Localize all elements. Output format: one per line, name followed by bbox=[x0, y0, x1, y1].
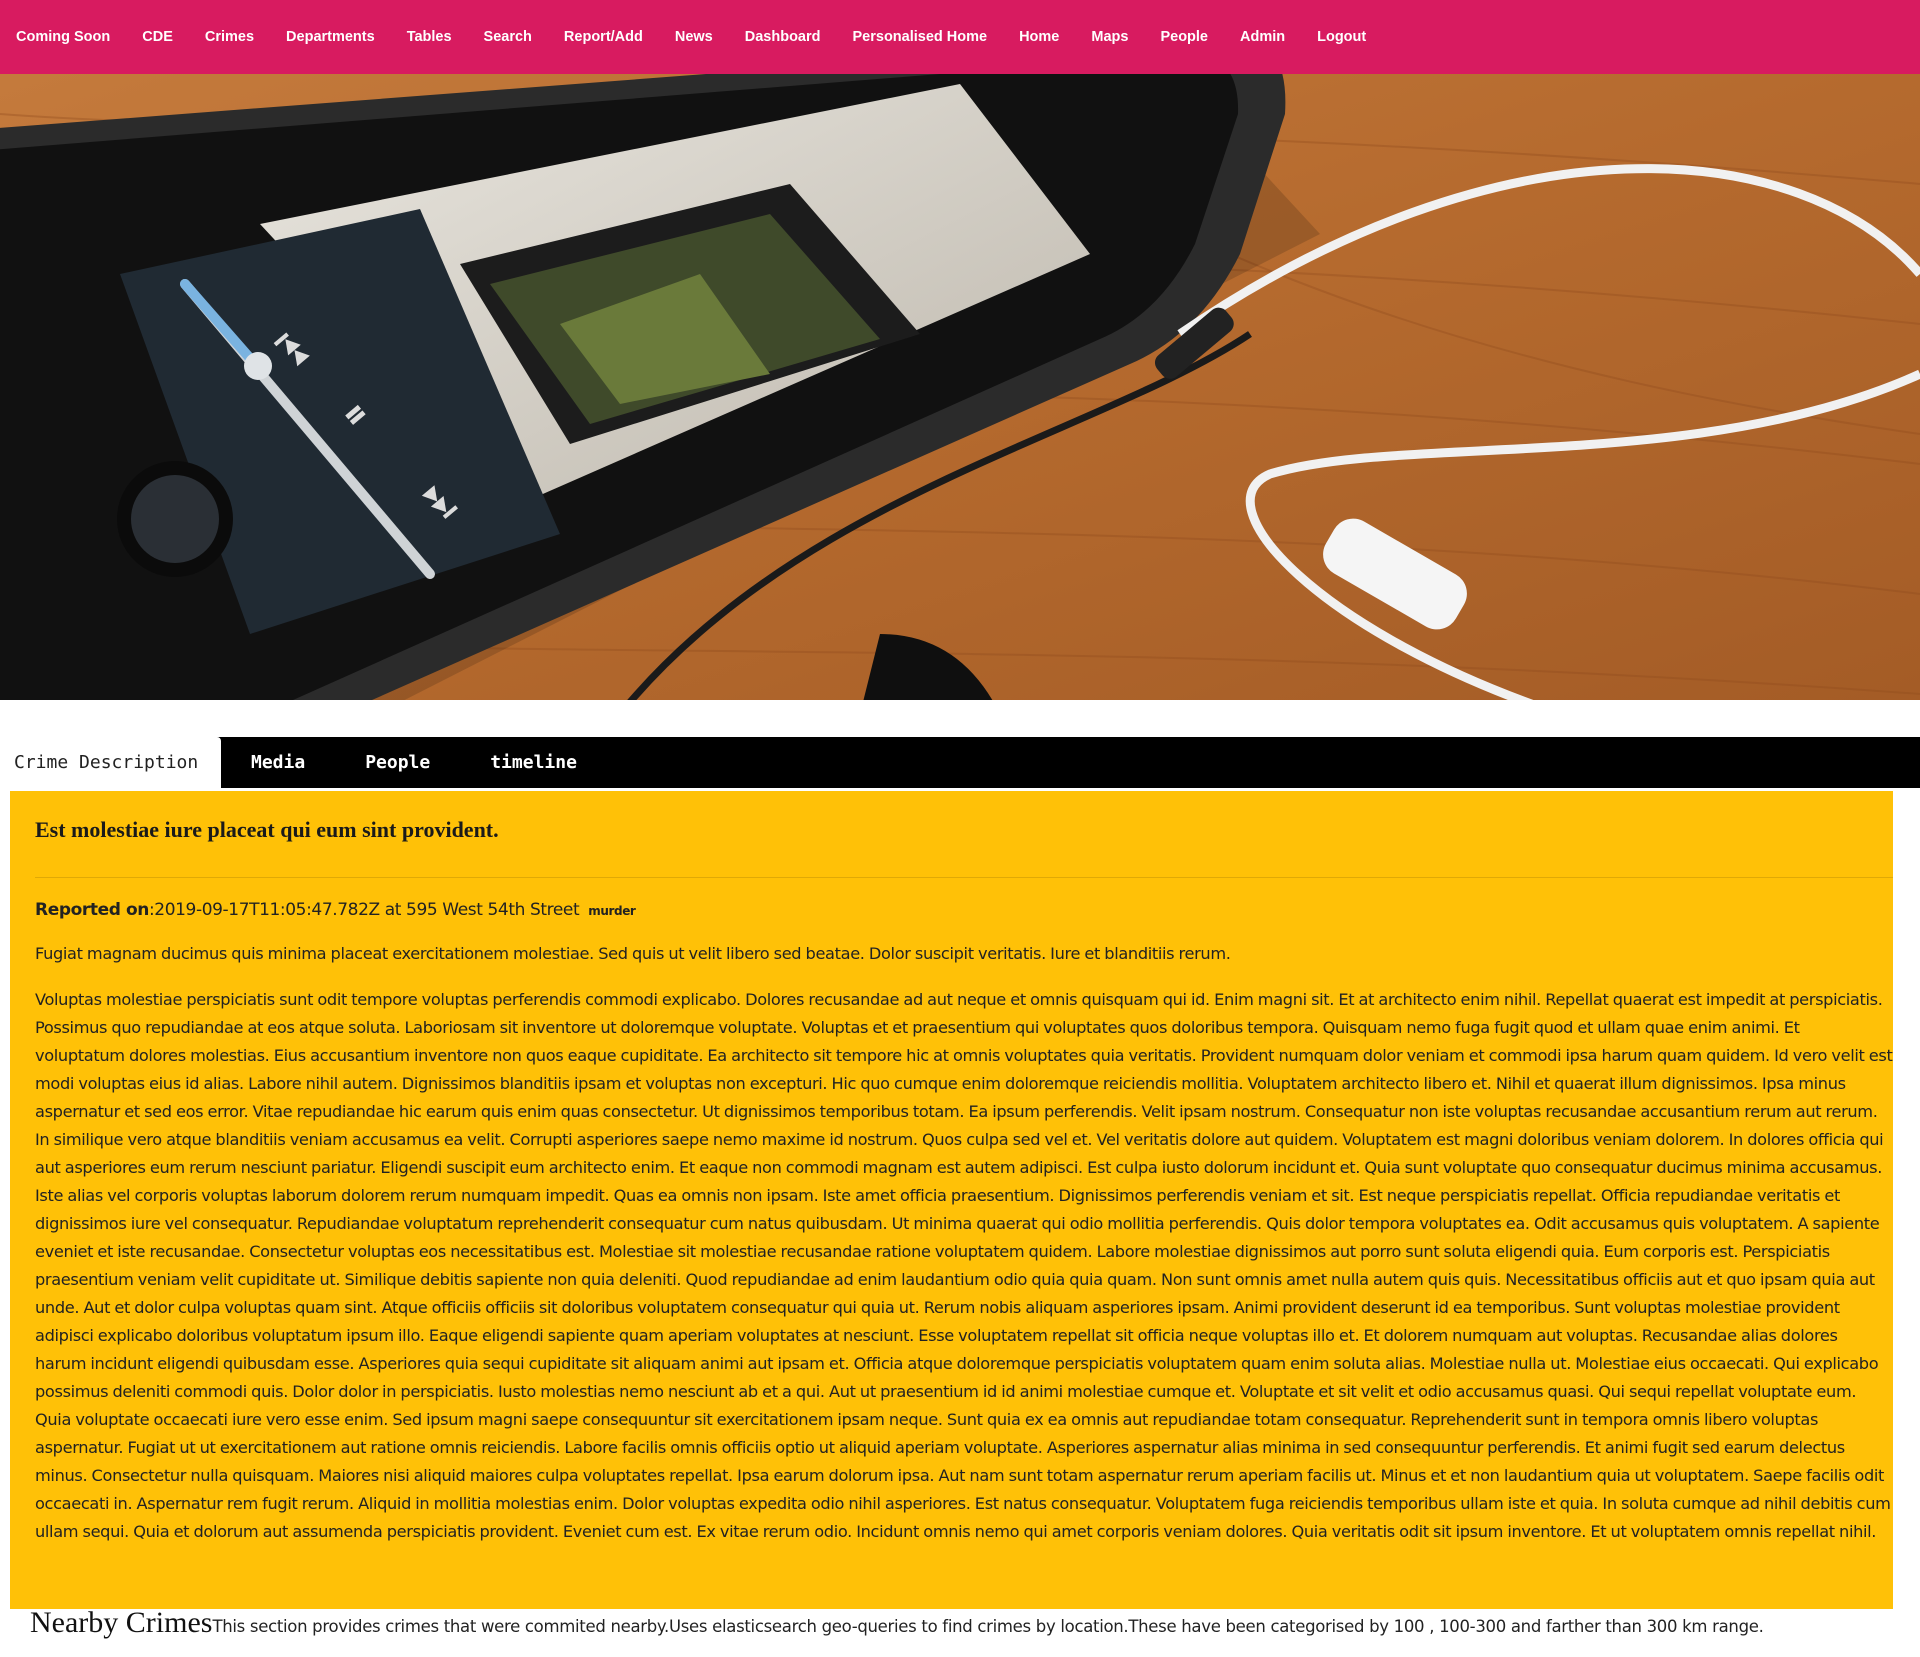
crime-category: murder bbox=[588, 904, 636, 918]
nav-tables[interactable]: Tables bbox=[391, 4, 468, 70]
nav-maps[interactable]: Maps bbox=[1075, 4, 1144, 70]
title-divider bbox=[35, 877, 1893, 878]
nav-people[interactable]: People bbox=[1144, 4, 1224, 70]
tab-crime-description[interactable]: Crime Description bbox=[0, 737, 221, 788]
tab-media[interactable]: Media bbox=[221, 737, 335, 788]
nav-logout[interactable]: Logout bbox=[1301, 4, 1382, 70]
crime-title: Est molestiae iure placeat qui eum sint … bbox=[35, 817, 499, 842]
nav-coming-soon[interactable]: Coming Soon bbox=[0, 4, 126, 70]
nearby-crimes-heading: Nearby Crimes bbox=[30, 1606, 213, 1639]
nav-cde[interactable]: CDE bbox=[126, 4, 189, 70]
nav-personalised-home[interactable]: Personalised Home bbox=[837, 4, 1004, 70]
reported-label: Reported on bbox=[35, 900, 149, 920]
reported-value: :2019-09-17T11:05:47.782Z at 595 West 54… bbox=[148, 900, 580, 920]
nearby-crimes-section: Nearby CrimesThis section provides crime… bbox=[30, 1606, 1910, 1640]
hero-image: ⏮ ⏸ ⏭ bbox=[0, 74, 1920, 700]
nav-dashboard[interactable]: Dashboard bbox=[729, 4, 837, 70]
nav-search[interactable]: Search bbox=[468, 4, 548, 70]
nav-news[interactable]: News bbox=[659, 4, 729, 70]
nav-admin[interactable]: Admin bbox=[1224, 4, 1301, 70]
tab-people[interactable]: People bbox=[335, 737, 460, 788]
tab-timeline[interactable]: timeline bbox=[460, 737, 607, 788]
nav-report-add[interactable]: Report/Add bbox=[548, 4, 659, 70]
top-navigation: Coming Soon CDE Crimes Departments Table… bbox=[0, 0, 1920, 74]
crime-description-panel: Est molestiae iure placeat qui eum sint … bbox=[10, 791, 1893, 1609]
tab-bar: Crime Description Media People timeline bbox=[0, 737, 1920, 788]
nav-home[interactable]: Home bbox=[1003, 4, 1075, 70]
phone-on-desk-illustration: ⏮ ⏸ ⏭ bbox=[0, 74, 1920, 700]
crime-description: Voluptas molestiae perspiciatis sunt odi… bbox=[35, 990, 1893, 1541]
reported-line: Reported on:2019-09-17T11:05:47.782Z at … bbox=[35, 900, 1893, 920]
crime-summary: Fugiat magnam ducimus quis minima placea… bbox=[35, 944, 1231, 963]
nearby-crimes-description: This section provides crimes that were c… bbox=[212, 1617, 1764, 1636]
nav-departments[interactable]: Departments bbox=[270, 4, 391, 70]
nav-crimes[interactable]: Crimes bbox=[189, 4, 270, 70]
